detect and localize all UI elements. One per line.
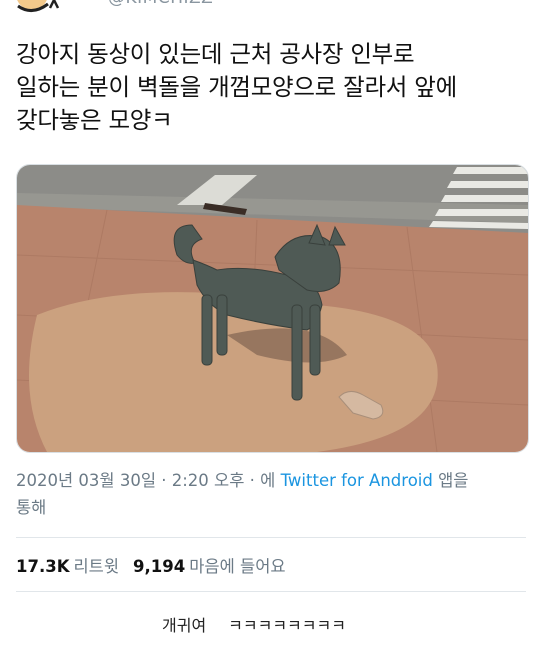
user-handle[interactable]: @KIMCHIZZ bbox=[108, 0, 213, 8]
tweet-photo[interactable] bbox=[16, 164, 529, 453]
tweet-source-link[interactable]: Twitter for Android bbox=[281, 471, 433, 490]
avatar[interactable] bbox=[14, 0, 60, 14]
tweet-line: 일하는 분이 벽돌을 개껌모양으로 잘라서 앞에 bbox=[16, 73, 457, 101]
tweet-text: 강아지 동상이 있는데 근처 공사장 인부로 일하는 분이 벽돌을 개껌모양으로… bbox=[16, 38, 526, 137]
like-label[interactable]: 마음에 들어요 bbox=[189, 557, 285, 576]
tweet-source-suffix: 앱을 bbox=[432, 471, 469, 490]
tweet-line: 강아지 동상이 있는데 근처 공사장 인부로 bbox=[16, 40, 415, 68]
divider bbox=[16, 591, 526, 592]
retweet-label[interactable]: 리트윗 bbox=[74, 557, 120, 576]
caption-comment: 개귀여 ㅋㅋㅋㅋㅋㅋㅋㅋ bbox=[162, 612, 346, 636]
tweet-datetime[interactable]: 2020년 03월 30일 · 2:20 오후 · 에 bbox=[16, 471, 281, 490]
comment-text: 개귀여 bbox=[162, 616, 207, 635]
tweet-meta: 2020년 03월 30일 · 2:20 오후 · 에 Twitter for … bbox=[16, 467, 516, 521]
comment-laugh: ㅋㅋㅋㅋㅋㅋㅋㅋ bbox=[228, 616, 346, 635]
tweet-source-suffix-2: 통해 bbox=[16, 498, 47, 517]
tweet-header: @KIMCHIZZ bbox=[0, 0, 540, 22]
dog-statue-photo bbox=[17, 165, 528, 452]
tweet-stats: 17.3K 리트윗 9,194 마음에 들어요 bbox=[16, 553, 286, 577]
like-count[interactable]: 9,194 bbox=[133, 557, 185, 576]
tweet-line: 갖다놓은 모양ㅋ bbox=[16, 106, 173, 134]
divider bbox=[16, 537, 526, 538]
retweet-count[interactable]: 17.3K bbox=[16, 557, 70, 576]
